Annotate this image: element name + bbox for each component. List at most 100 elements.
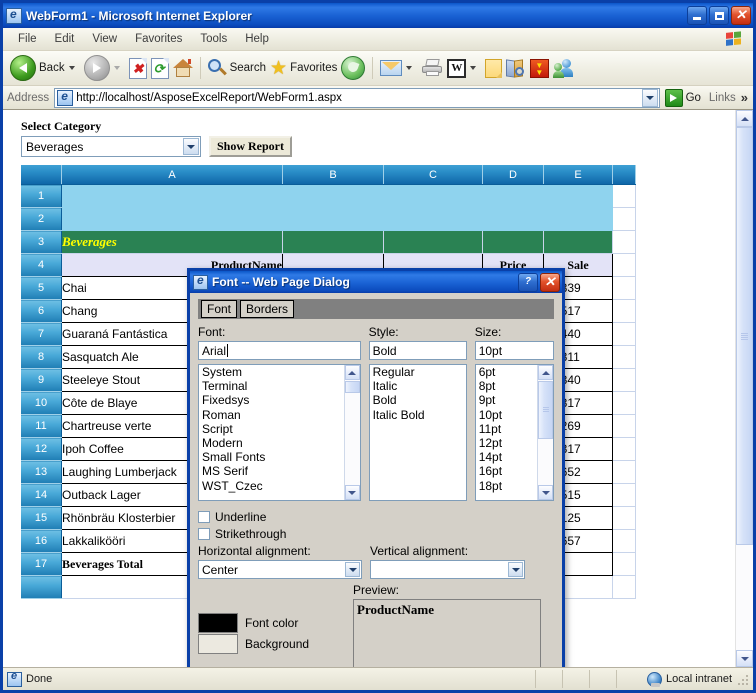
size-listbox[interactable]: 6pt 8pt 9pt 10pt 11pt 12pt 14pt 16pt 18pt xyxy=(474,364,555,501)
style-list-item[interactable]: Italic Bold xyxy=(370,408,466,422)
font-list-item[interactable]: Small Fonts xyxy=(199,450,360,464)
cell-f[interactable] xyxy=(612,460,636,484)
size-list-scroll-up-button[interactable] xyxy=(538,365,554,380)
cell-f[interactable] xyxy=(612,299,636,323)
row-header[interactable]: 1 xyxy=(21,184,62,208)
menu-item-file[interactable]: File xyxy=(9,31,46,47)
cell[interactable] xyxy=(612,575,636,599)
vertical-alignment-dropdown-button[interactable] xyxy=(508,562,523,577)
messenger-button[interactable] xyxy=(551,53,576,83)
font-list-item[interactable]: Roman xyxy=(199,408,360,422)
resize-grip[interactable] xyxy=(738,673,750,685)
dialog-close-button[interactable]: ✕ xyxy=(540,272,560,292)
row-header[interactable]: 17 xyxy=(21,552,62,576)
column-header-f[interactable] xyxy=(612,165,636,185)
cell-f[interactable] xyxy=(612,437,636,461)
cell-f[interactable] xyxy=(612,391,636,415)
forward-button[interactable] xyxy=(82,53,127,83)
row-header[interactable]: 4 xyxy=(21,253,62,277)
cell[interactable] xyxy=(543,184,613,208)
scrollbar-thumb[interactable] xyxy=(736,127,753,545)
mail-dropdown-icon[interactable] xyxy=(406,66,413,70)
edit-word-button[interactable]: W xyxy=(445,53,483,83)
refresh-button[interactable]: ⟳ xyxy=(149,53,171,83)
research-button[interactable] xyxy=(504,53,528,83)
cell[interactable] xyxy=(282,184,384,208)
notes-button[interactable] xyxy=(483,53,504,83)
row-header[interactable]: 8 xyxy=(21,345,62,369)
size-input[interactable]: 10pt xyxy=(474,341,554,360)
row-header[interactable]: 13 xyxy=(21,460,62,484)
category-title-cell[interactable]: Beverages xyxy=(61,230,283,254)
cell[interactable] xyxy=(61,207,283,231)
size-list-scrollbar[interactable] xyxy=(537,365,554,500)
cell-f[interactable] xyxy=(612,506,636,530)
address-dropdown-button[interactable] xyxy=(641,88,658,107)
style-list-item[interactable]: Bold xyxy=(370,393,466,407)
menu-item-tools[interactable]: Tools xyxy=(191,31,236,47)
size-list-scroll-thumb[interactable] xyxy=(538,381,554,439)
row-header[interactable]: 6 xyxy=(21,299,62,323)
print-button[interactable] xyxy=(419,53,445,83)
cell[interactable] xyxy=(612,552,636,576)
font-list-item[interactable]: Modern xyxy=(199,436,360,450)
vertical-alignment-select[interactable] xyxy=(370,560,525,579)
font-list-item[interactable]: MS Serif xyxy=(199,464,360,478)
category-dropdown-button[interactable] xyxy=(183,138,199,155)
home-button[interactable] xyxy=(171,53,195,83)
cell[interactable] xyxy=(282,230,384,254)
column-header-d[interactable]: D xyxy=(482,165,544,185)
font-list-scrollbar[interactable] xyxy=(343,365,360,500)
cell[interactable] xyxy=(612,253,636,277)
font-color-swatch[interactable] xyxy=(198,613,238,633)
font-list-item[interactable]: System xyxy=(199,365,360,379)
scroll-up-button[interactable] xyxy=(736,110,753,127)
page-scrollbar-vertical[interactable] xyxy=(735,110,753,667)
toolbar-overflow-icon[interactable]: » xyxy=(741,90,748,105)
background-color-swatch[interactable] xyxy=(198,634,238,654)
strikethrough-checkbox-row[interactable]: Strikethrough xyxy=(198,527,554,541)
cell-f[interactable] xyxy=(612,529,636,553)
column-header-a[interactable]: A xyxy=(61,165,283,185)
horizontal-alignment-dropdown-button[interactable] xyxy=(345,562,360,577)
favorites-button[interactable]: ★ Favorites xyxy=(268,53,339,83)
font-list-item[interactable]: Fixedsys xyxy=(199,393,360,407)
font-list-scroll-thumb[interactable] xyxy=(344,381,360,393)
underline-checkbox-row[interactable]: Underline xyxy=(198,510,554,524)
mail-button[interactable] xyxy=(378,53,419,83)
row-header[interactable]: 3 xyxy=(21,230,62,254)
category-dropdown[interactable]: Beverages xyxy=(21,136,201,157)
menu-item-help[interactable]: Help xyxy=(236,31,278,47)
row-header[interactable]: 9 xyxy=(21,368,62,392)
font-list-item[interactable]: Script xyxy=(199,422,360,436)
row-header[interactable]: 14 xyxy=(21,483,62,507)
row-header[interactable]: 2 xyxy=(21,207,62,231)
column-header-c[interactable]: C xyxy=(383,165,483,185)
sheet-corner-cell[interactable] xyxy=(21,165,62,185)
column-header-b[interactable]: B xyxy=(282,165,384,185)
cell[interactable] xyxy=(482,207,544,231)
cell-f[interactable] xyxy=(612,345,636,369)
back-dropdown-icon[interactable] xyxy=(68,66,75,70)
font-list-scroll-down-button[interactable] xyxy=(344,485,360,500)
stop-button[interactable]: ✖ xyxy=(127,53,149,83)
row-header[interactable]: 12 xyxy=(21,437,62,461)
cell[interactable] xyxy=(282,207,384,231)
size-list-scroll-down-button[interactable] xyxy=(538,485,554,500)
strikethrough-checkbox[interactable] xyxy=(198,528,210,540)
close-button[interactable]: ✕ xyxy=(731,6,751,25)
links-label[interactable]: Links xyxy=(709,92,736,104)
go-icon[interactable] xyxy=(664,88,683,107)
edit-dropdown-icon[interactable] xyxy=(470,66,477,70)
media-button[interactable] xyxy=(339,53,367,83)
back-button[interactable]: Back xyxy=(8,53,82,83)
font-listbox[interactable]: System Terminal Fixedsys Roman Script Modern S… xyxy=(198,364,361,501)
row-header[interactable]: 10 xyxy=(21,391,62,415)
cell[interactable] xyxy=(482,184,544,208)
font-list-scroll-up-button[interactable] xyxy=(344,365,360,380)
cell[interactable] xyxy=(383,207,483,231)
tab-font[interactable]: Font xyxy=(201,300,238,318)
cell[interactable] xyxy=(383,230,483,254)
dialog-help-button[interactable]: ? xyxy=(518,272,538,292)
maximize-button[interactable] xyxy=(709,6,729,25)
